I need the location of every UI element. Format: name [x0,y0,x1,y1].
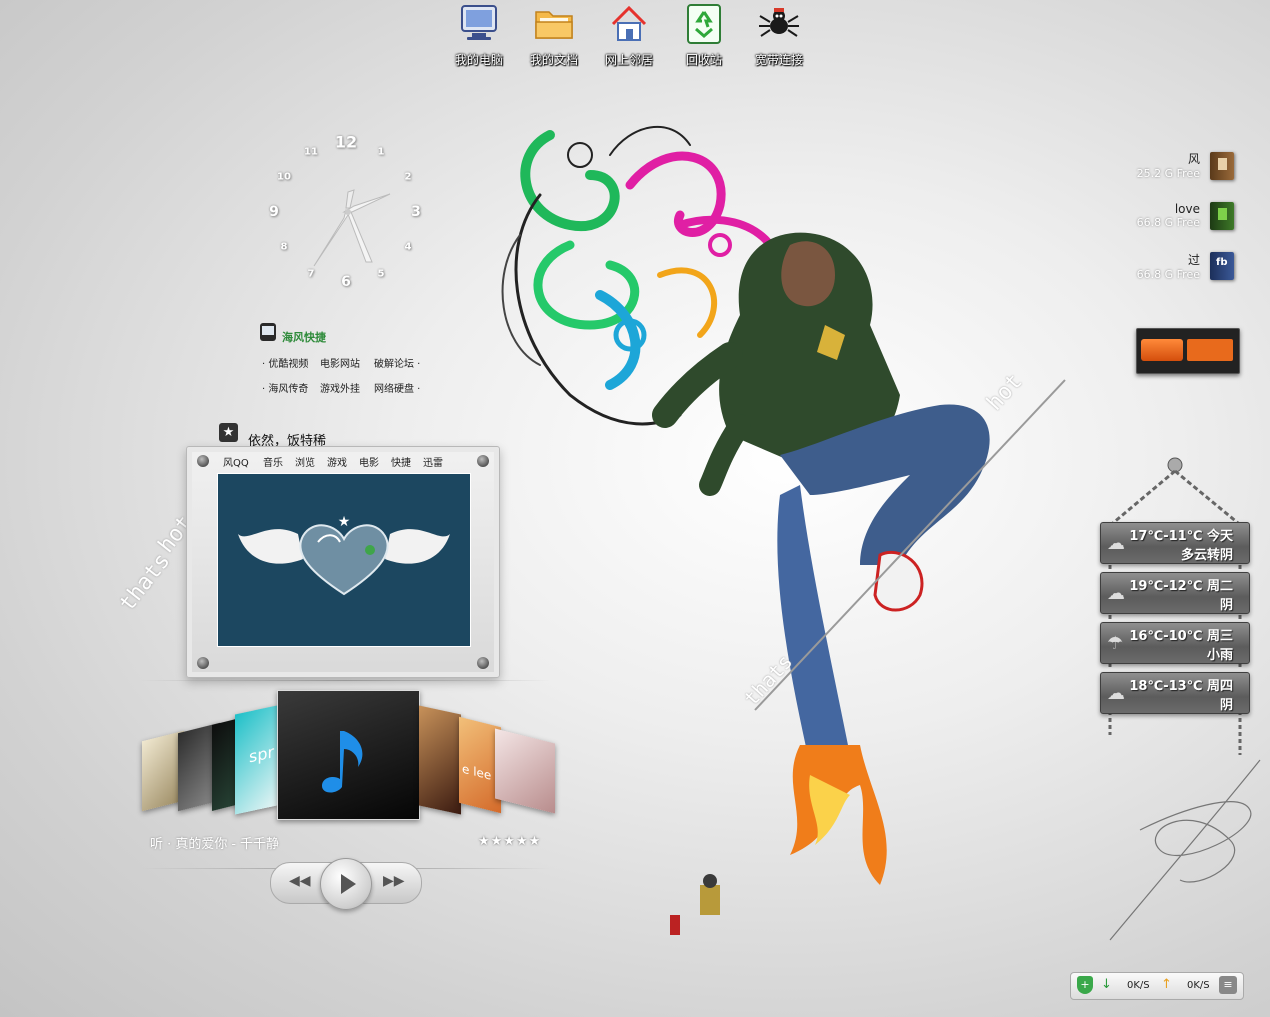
computer-icon [461,5,497,40]
album-cover[interactable] [419,705,461,815]
desktop-icon-recycle-bin[interactable]: 回收站 [666,0,742,68]
deco-text-thats-left: thats [114,548,176,617]
frame-tab-qq[interactable]: 风QQ [223,454,249,469]
weather-temp: 16℃-10℃ 周三 [1129,629,1233,644]
shield-icon: + [1077,976,1093,994]
rain-icon: ☂ [1107,633,1124,654]
player-top-line [140,680,550,681]
weather-day-wednesday[interactable]: ☂ 16℃-10℃ 周三 小雨 [1100,622,1250,664]
previous-button[interactable]: ◀◀ [289,873,311,889]
network-speed-widget[interactable]: + ↓ 0K/S ↑ 0K/S ≡ [1070,972,1244,1000]
desktop-icon-label: 回收站 [685,53,722,67]
svg-text:★: ★ [338,514,351,530]
desktop-icon-my-computer[interactable]: 我的电脑 [441,0,517,68]
album-text: e lee [462,761,492,783]
frame-tab-movies[interactable]: 电影 [359,454,379,469]
cloud-icon: ☁ [1107,683,1125,704]
album-cover-current[interactable] [277,690,420,820]
drive-name: love [1174,202,1200,216]
quick-link-youku[interactable]: · 优酷视频 [262,355,308,370]
weather-condition: 小雨 [1206,648,1233,663]
star-icon: ★ [219,423,238,442]
desktop-icon-broadband[interactable]: 宽带连接 [741,0,817,68]
music-player-widget: spr e lee 听 · 真的爱你 - 千千静 ★★★★★ ◀◀ ▶▶ [140,680,560,915]
frame-picture: ★ [217,473,471,647]
analog-clock: 12 1 2 3 4 5 6 7 8 9 10 11 [262,128,430,296]
media-mini-widget[interactable] [1136,328,1240,374]
weather-day-thursday[interactable]: ☁ 18℃-13℃ 周四 阴 [1100,672,1250,714]
drive-free-space: 66.8 G Free [1136,268,1200,281]
quick-links-widget: 海风快捷 · 优酷视频 电影网站 破解论坛 · · 海风传奇 游戏外挂 网络硬盘… [258,322,438,402]
quick-link-crack-forum[interactable]: 破解论坛 · [374,355,420,370]
frame-screw [197,657,209,669]
signature-scribble [1109,759,1261,941]
frame-screw [477,455,489,467]
quick-link-network-drive[interactable]: 网络硬盘 · [374,380,420,395]
desktop-icon-label: 我的电脑 [454,53,503,67]
weather-day-today[interactable]: ☁ 17℃-11℃ 今天 多云转阴 [1100,522,1250,564]
frame-screw [477,657,489,669]
drive-entry[interactable]: love 66.8 G Free [1137,202,1200,229]
phone-icon [260,323,276,341]
network-icon [611,5,647,41]
drive-entry[interactable]: 风 25.2 G Free [1137,150,1200,180]
settings-icon[interactable]: ≡ [1219,976,1237,994]
desktop-icon-label: 网上邻居 [604,53,653,67]
drive-free-space: 25.2 G Free [1136,167,1200,180]
weather-condition: 多云转阴 [1180,548,1233,563]
clock-hands [313,189,391,267]
book-facebook-icon[interactable]: fb [1210,252,1234,280]
album-cover[interactable]: spr [235,705,277,815]
book-green-icon[interactable] [1210,202,1234,230]
album-text: spr [249,742,275,767]
folder-icon [535,11,573,39]
weather-temp: 19℃-12℃ 周二 [1129,579,1233,594]
album-cover[interactable] [495,728,555,814]
weather-condition: 阴 [1219,698,1233,713]
frame-screw [197,455,209,467]
quick-link-movies[interactable]: 电影网站 [320,355,360,370]
upload-speed: 0K/S [1187,980,1210,991]
cloud-icon: ☁ [1107,583,1125,604]
drive-name: 过 [1187,253,1200,267]
weather-day-tuesday[interactable]: ☁ 19℃-12℃ 周二 阴 [1100,572,1250,614]
quick-links-title: 海风快捷 [282,331,326,344]
rating-stars[interactable]: ★★★★★ [478,834,541,849]
quick-link-haifeng-legend[interactable]: · 海风传奇 [262,380,308,395]
play-icon [341,874,356,894]
desktop-icon-my-documents[interactable]: 我的文档 [516,0,592,68]
desktop-icon-label: 宽带连接 [754,53,803,67]
weather-temp: 18℃-13℃ 周四 [1129,679,1233,694]
now-playing-text: 听 · 真的爱你 - 千千静 [150,837,280,852]
frame-tab-music[interactable]: 音乐 [263,454,283,469]
upload-arrow-icon: ↑ [1161,977,1172,992]
frame-tab-games[interactable]: 游戏 [327,454,347,469]
download-speed: 0K/S [1127,980,1150,991]
drive-entry[interactable]: 过 66.8 G Free [1137,251,1200,281]
drive-free-space: 66.8 G Free [1136,216,1200,229]
media-display [1141,339,1183,361]
photo-frame-widget: 风QQ 音乐 浏览 游戏 电影 快捷 迅雷 ★ [186,446,500,678]
music-note-icon [322,731,363,793]
frame-tab-thunder[interactable]: 迅雷 [423,454,443,469]
book-brown-icon[interactable] [1210,152,1234,180]
next-button[interactable]: ▶▶ [383,873,405,889]
play-button[interactable] [320,858,372,910]
download-arrow-icon: ↓ [1101,977,1112,992]
quick-link-game-plugins[interactable]: 游戏外挂 [320,380,360,395]
recycle-bin-icon [687,4,721,44]
winged-heart-image: ★ [238,514,450,596]
broadband-icon [759,8,799,37]
wallpaper-dancer-art [501,126,1066,935]
weather-condition: 阴 [1219,598,1233,613]
media-display [1187,339,1233,361]
drive-name: 风 [1187,152,1200,166]
cloud-icon: ☁ [1107,533,1125,554]
frame-tab-browse[interactable]: 浏览 [295,454,315,469]
desktop-icon-label: 我的文档 [529,53,578,67]
frame-tab-shortcuts[interactable]: 快捷 [391,454,411,469]
weather-temp: 17℃-11℃ 今天 [1129,529,1233,544]
desktop-icon-network[interactable]: 网上邻居 [591,0,667,68]
